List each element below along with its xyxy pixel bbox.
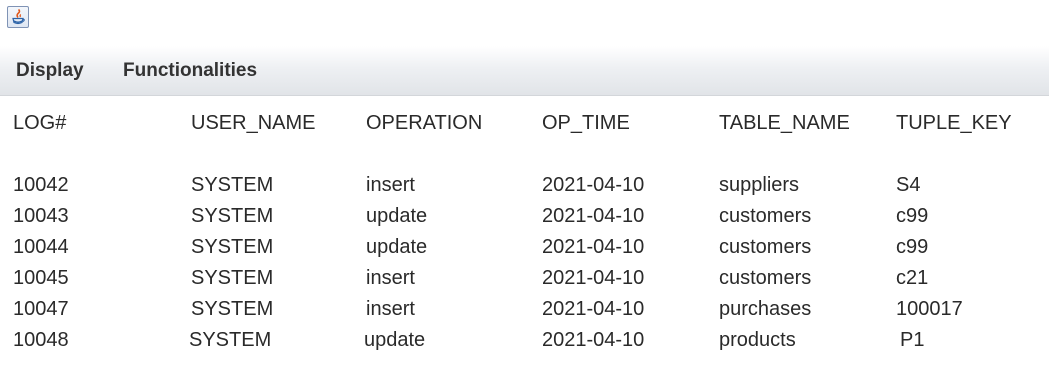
row-operation: insert bbox=[366, 267, 415, 289]
row-operation: insert bbox=[366, 298, 415, 320]
app-window: Display Functionalities LOG# USER_NAME O… bbox=[0, 0, 1049, 369]
row-op-time: 2021-04-10 bbox=[542, 174, 645, 196]
java-app-icon[interactable] bbox=[7, 6, 29, 28]
title-bar bbox=[0, 0, 1049, 46]
row-table-name: customers bbox=[719, 236, 812, 258]
row-tuple-key: P1 bbox=[900, 329, 925, 351]
row-user-name: SYSTEM bbox=[191, 236, 274, 258]
row-user-name: SYSTEM bbox=[189, 329, 272, 351]
header-operation: OPERATION bbox=[366, 112, 483, 134]
row-tuple-key: c21 bbox=[896, 267, 929, 289]
row-table-name: customers bbox=[719, 205, 812, 227]
row-log-number: 10048 bbox=[13, 329, 69, 351]
row-op-time: 2021-04-10 bbox=[542, 329, 645, 351]
row-user-name: SYSTEM bbox=[191, 205, 274, 227]
row-log-number: 10044 bbox=[13, 236, 69, 258]
row-log-number: 10045 bbox=[13, 267, 69, 289]
row-user-name: SYSTEM bbox=[191, 174, 274, 196]
row-tuple-key: 100017 bbox=[896, 298, 963, 320]
row-operation: update bbox=[366, 236, 428, 258]
log-text-area: LOG# USER_NAME OPERATION OP_TIME TABLE_N… bbox=[0, 96, 1049, 369]
menu-functionalities[interactable]: Functionalities bbox=[123, 60, 257, 82]
row-operation: insert bbox=[366, 174, 415, 196]
header-op-time: OP_TIME bbox=[542, 112, 630, 134]
header-tuple-key: TUPLE_KEY bbox=[896, 112, 1012, 134]
row-tuple-key: c99 bbox=[896, 205, 929, 227]
row-table-name: suppliers bbox=[719, 174, 800, 196]
header-table-name: TABLE_NAME bbox=[719, 112, 850, 134]
row-tuple-key: S4 bbox=[896, 174, 921, 196]
row-table-name: products bbox=[719, 329, 796, 351]
header-user-name: USER_NAME bbox=[191, 112, 316, 134]
row-log-number: 10042 bbox=[13, 174, 69, 196]
row-user-name: SYSTEM bbox=[191, 298, 274, 320]
row-op-time: 2021-04-10 bbox=[542, 267, 645, 289]
row-table-name: purchases bbox=[719, 298, 812, 320]
row-log-number: 10043 bbox=[13, 205, 69, 227]
row-operation: update bbox=[364, 329, 426, 351]
header-log-number: LOG# bbox=[13, 112, 67, 134]
menu-bar: Display Functionalities bbox=[0, 46, 1049, 96]
row-log-number: 10047 bbox=[13, 298, 69, 320]
row-operation: update bbox=[366, 205, 428, 227]
row-op-time: 2021-04-10 bbox=[542, 298, 645, 320]
menu-display[interactable]: Display bbox=[16, 60, 84, 82]
row-table-name: customers bbox=[719, 267, 812, 289]
row-user-name: SYSTEM bbox=[191, 267, 274, 289]
row-op-time: 2021-04-10 bbox=[542, 236, 645, 258]
row-tuple-key: c99 bbox=[896, 236, 929, 258]
row-op-time: 2021-04-10 bbox=[542, 205, 645, 227]
